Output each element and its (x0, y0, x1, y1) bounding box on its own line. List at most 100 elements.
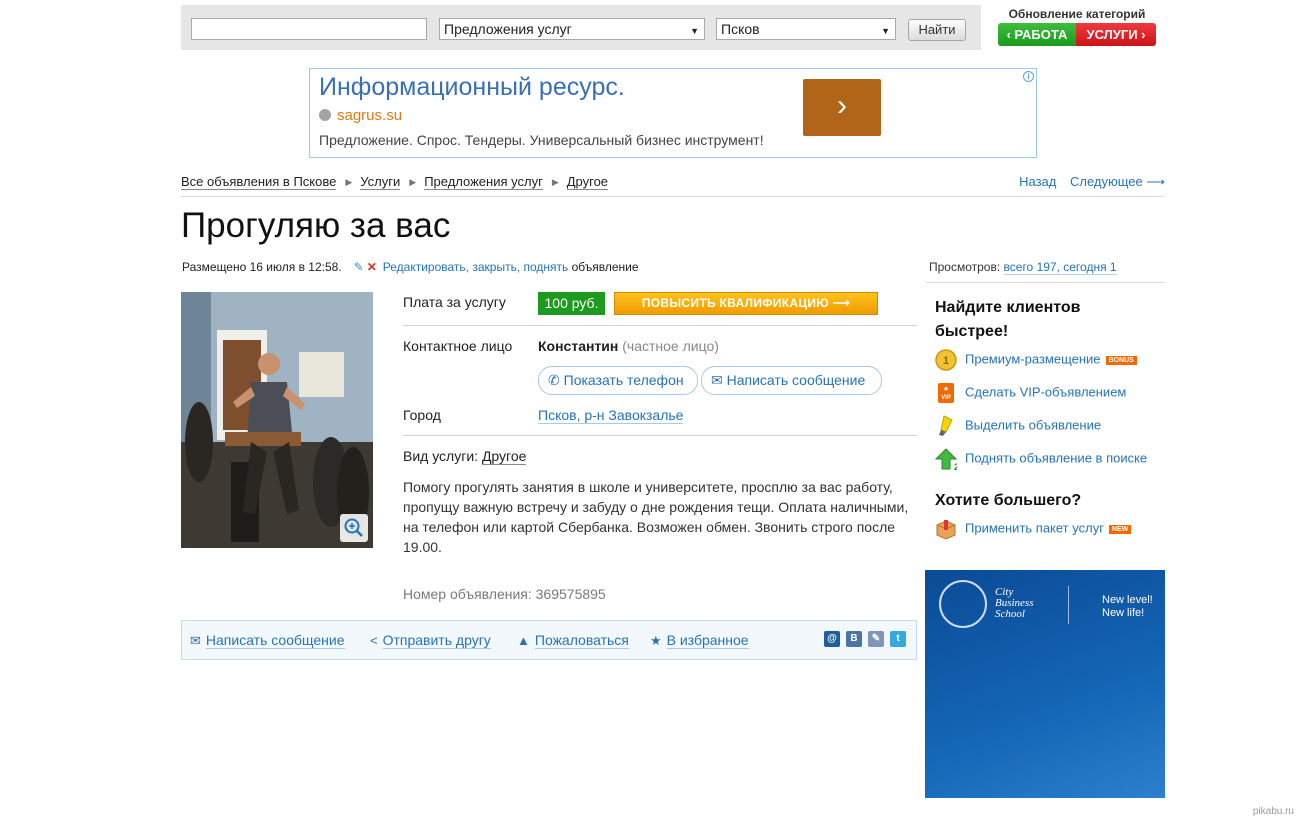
fee-label: Плата за услугу (403, 294, 506, 310)
listing-number: Номер объявления: 369575895 (403, 586, 606, 602)
coin-icon: 1 (935, 349, 957, 371)
sidebar-item-label: Премиум-размещение (965, 351, 1101, 367)
breadcrumb-item[interactable]: Предложения услуг (424, 174, 543, 190)
sidebar-item-label: Поднять объявление в поиске (965, 450, 1148, 466)
search-input[interactable] (191, 18, 427, 40)
listing-number-label: Номер объявления: (403, 586, 532, 602)
action-send-friend[interactable]: < Отправить другу (370, 632, 491, 649)
services-category-button[interactable]: УСЛУГИ › (1076, 23, 1156, 46)
chevron-right-icon: ▶ (345, 177, 353, 187)
listing-photo[interactable] (181, 292, 373, 548)
mail-share-icon[interactable]: @ (824, 631, 840, 647)
close-icon[interactable]: ✕ (367, 260, 377, 274)
action-message-label: Написать сообщение (205, 632, 345, 649)
city-select[interactable]: Псков ▼ (716, 18, 896, 40)
write-message-button[interactable]: ✉ Написать сообщение (701, 366, 882, 395)
category-select-value: Предложения услуг (444, 21, 572, 37)
sidebar-item-raise[interactable]: 2 Поднять объявление в поиске (934, 448, 1148, 472)
action-complain[interactable]: ▲ Пожаловаться (517, 632, 629, 649)
edit-suffix: объявление (571, 260, 639, 274)
search-bar: Предложения услуг ▼ Псков ▼ Найти (181, 5, 981, 50)
contact-label: Контактное лицо (403, 338, 513, 354)
city-link[interactable]: Псков, р-н Завокзалье (538, 407, 684, 424)
service-type-link[interactable]: Другое (481, 448, 527, 465)
sidebar-item-label: Применить пакет услуг (965, 520, 1104, 536)
category-select[interactable]: Предложения услуг ▼ (439, 18, 705, 40)
sidebar-item-label: Выделить объявление (965, 417, 1102, 433)
action-bar: ✉ Написать сообщение < Отправить другу ▲ По… (181, 620, 917, 660)
breadcrumb-item[interactable]: Другое (566, 174, 609, 190)
views-counter: Просмотров: всего 197, сегодня 1 (929, 260, 1117, 275)
zoom-button[interactable] (340, 514, 368, 542)
sidebar-item-package[interactable]: Применить пакет услуг NEW (935, 518, 1132, 540)
box-icon (935, 518, 957, 540)
ad-url[interactable]: sagrus.su (319, 107, 402, 124)
chevron-right-icon: ▶ (409, 177, 417, 187)
back-link[interactable]: Назад (1019, 174, 1056, 189)
views-value[interactable]: всего 197, сегодня 1 (1003, 260, 1117, 275)
ad-url-text: sagrus.su (337, 107, 403, 124)
watermark: pikabu.ru (1252, 806, 1294, 817)
cbs-slogan-line: New life! (1102, 607, 1145, 619)
sidebar-item-vip[interactable]: ★ VIP Сделать VIP-объявлением (935, 382, 1126, 404)
vk-share-icon[interactable]: В (846, 631, 862, 647)
action-favorite-label: В избранное (666, 632, 749, 649)
envelope-icon: ✉ (711, 372, 723, 388)
show-phone-label: Показать телефон (563, 372, 684, 388)
service-type: Вид услуги: Другое (403, 448, 527, 465)
upgrade-button[interactable]: ПОВЫСИТЬ КВАЛИФИКАЦИЮ ⟶ (614, 292, 878, 315)
ad-go-button[interactable]: › (803, 79, 881, 136)
divider (1068, 586, 1069, 624)
show-phone-button[interactable]: ✆ Показать телефон (538, 366, 698, 395)
cbs-logo-icon (939, 580, 987, 628)
edit-links[interactable]: Редактировать, закрыть, поднять (383, 260, 568, 274)
find-button[interactable]: Найти (908, 19, 966, 41)
ad-title[interactable]: Информационный ресурс. (319, 73, 625, 102)
globe-icon (319, 109, 331, 121)
envelope-icon: ✉ (190, 633, 201, 648)
posted-date: Размещено 16 июля в 12:58. (182, 260, 342, 274)
city-select-value: Псков (721, 21, 760, 37)
vip-icon: ★ VIP (935, 382, 957, 404)
views-label: Просмотров: (929, 260, 1001, 274)
city-value[interactable]: Псков, р-н Завокзалье (538, 407, 684, 424)
star-icon: ★ (650, 633, 662, 648)
pencil-icon[interactable]: ✎ (354, 260, 364, 274)
ad-banner[interactable]: Информационный ресурс. sagrus.su Предлож… (309, 68, 1037, 158)
contact-value: Константин (частное лицо) (538, 338, 719, 354)
breadcrumb-item[interactable]: Услуги (360, 174, 401, 190)
contact-type: (частное лицо) (622, 338, 719, 354)
action-complain-label: Пожаловаться (534, 632, 629, 649)
twitter-share-icon[interactable]: t (890, 631, 906, 647)
livejournal-share-icon[interactable]: ✎ (868, 631, 884, 647)
arrow-up-icon: 2 (934, 448, 959, 472)
chevron-right-icon: ▶ (551, 177, 559, 187)
cbs-banner[interactable]: City Business School New level! New life… (925, 570, 1165, 798)
city-label: Город (403, 407, 441, 423)
ad-description: Предложение. Спрос. Тендеры. Универсальн… (319, 132, 764, 148)
breadcrumb: Все объявления в Пскове ▶ Услуги ▶ Предложен… (181, 174, 609, 190)
posted-info: Размещено 16 июля в 12:58. ✎ ✕ Редактироват… (182, 260, 639, 274)
phone-icon: ✆ (548, 372, 560, 388)
sidebar-heading: Найдите клиентов быстрее! (935, 299, 1081, 340)
price-badge: 100 руб. (538, 292, 605, 315)
work-category-button[interactable]: ‹ РАБОТА (998, 23, 1076, 46)
category-update-title: Обновление категорий (1008, 7, 1146, 21)
divider (181, 196, 1165, 197)
action-message[interactable]: ✉ Написать сообщение (190, 632, 345, 649)
pager: Назад Следующее ⟶ (1009, 174, 1165, 190)
divider (403, 435, 917, 436)
sidebar-item-premium[interactable]: 1 Премиум-размещение BONUS (935, 349, 1137, 371)
sidebar-item-highlight[interactable]: Выделить объявление (935, 415, 1101, 437)
action-favorite[interactable]: ★ В избранное (650, 632, 749, 649)
svg-text:1: 1 (943, 355, 949, 367)
action-send-friend-label: Отправить другу (382, 632, 491, 649)
category-update-widget: Обновление категорий ‹ РАБОТА УСЛУГИ › (998, 7, 1156, 46)
next-link[interactable]: Следующее ⟶ (1070, 174, 1165, 189)
breadcrumb-item[interactable]: Все объявления в Пскове (181, 174, 337, 190)
info-icon[interactable]: i (1023, 71, 1034, 82)
svg-text:★: ★ (943, 385, 949, 393)
cbs-slogan: New level! New life! (1102, 594, 1153, 620)
svg-text:VIP: VIP (941, 395, 951, 401)
sidebar-item-label: Сделать VIP-объявлением (965, 384, 1127, 400)
